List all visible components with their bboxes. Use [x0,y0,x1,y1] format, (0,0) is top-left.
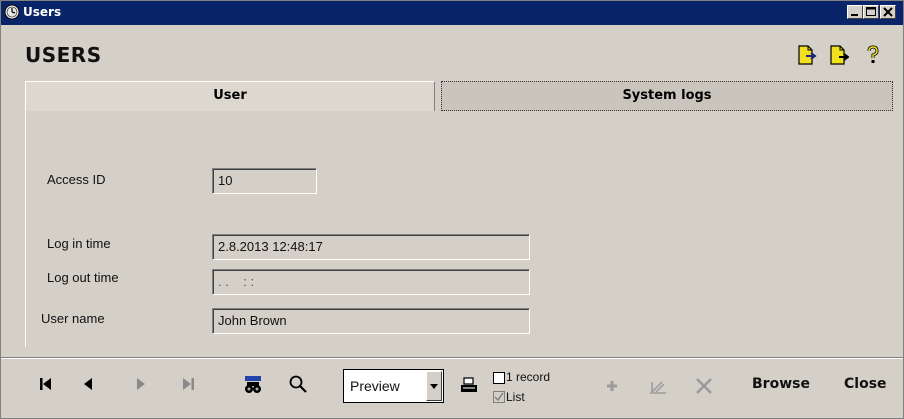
help-icon[interactable] [862,44,884,66]
checkmark-icon [494,392,504,402]
find-icon[interactable] [242,373,264,395]
log-out-time-field[interactable]: . . : : [212,269,530,295]
title-bar[interactable]: Users [1,1,903,25]
clock-icon [4,4,20,20]
user-name-field[interactable]: John Brown [212,308,530,334]
previous-record-icon[interactable] [77,373,99,395]
delete-icon[interactable] [693,375,715,397]
maximize-icon [866,7,876,16]
minimize-icon [851,14,858,16]
edit-icon[interactable] [647,375,669,397]
first-record-icon[interactable] [35,373,57,395]
log-in-time-label: Log in time [47,236,111,251]
page-title: USERS [25,43,102,67]
next-record-icon[interactable] [130,373,152,395]
add-icon[interactable] [601,375,623,397]
one-record-label: 1 record [506,370,551,384]
close-button[interactable]: Close [844,376,887,392]
tab-system-logs[interactable]: System logs [441,81,893,111]
list-checkbox[interactable] [493,391,505,403]
users-window: Users USERS User System logs Access ID 1… [0,0,904,419]
browse-button[interactable]: Browse [752,376,810,392]
import-icon[interactable] [827,44,849,66]
print-icon[interactable] [458,375,480,397]
access-id-label: Access ID [47,172,106,187]
export-icon[interactable] [795,44,817,66]
log-out-time-label: Log out time [47,270,119,285]
output-select[interactable]: Preview [343,369,444,403]
access-id-field[interactable]: 10 [212,168,317,194]
close-window-button[interactable] [880,5,896,19]
minimize-button[interactable] [847,5,863,19]
output-select-value: Preview [350,378,400,394]
chevron-down-icon[interactable] [426,371,442,401]
list-label: List [506,390,525,404]
search-icon[interactable] [287,373,309,395]
user-name-label: User name [41,311,105,326]
window-title: Users [23,5,62,19]
tab-user[interactable]: User [25,81,435,111]
one-record-checkbox[interactable] [493,372,505,384]
maximize-button[interactable] [863,5,879,19]
last-record-icon[interactable] [177,373,199,395]
log-in-time-field[interactable]: 2.8.2013 12:48:17 [212,234,530,260]
close-icon [883,7,893,17]
